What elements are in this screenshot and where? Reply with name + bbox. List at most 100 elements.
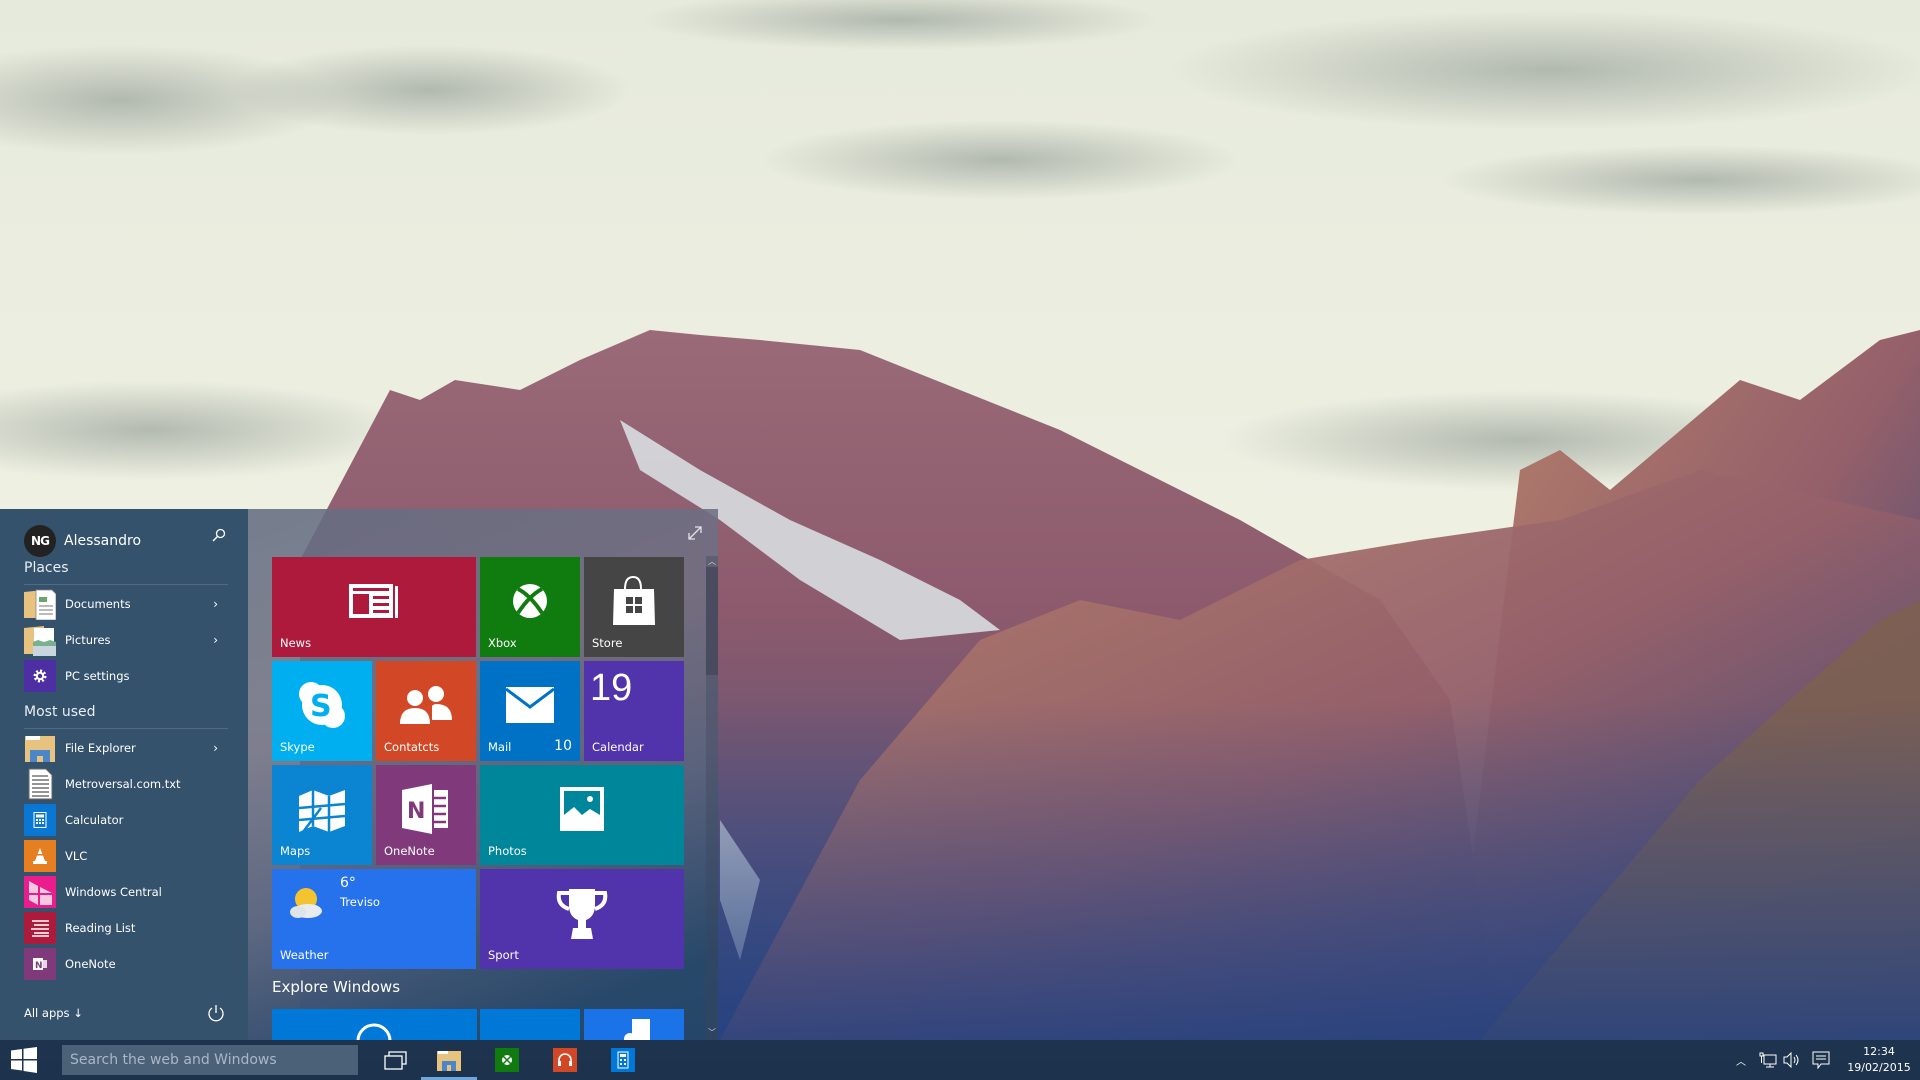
vlc-cone-icon: [24, 840, 56, 872]
tile-label: Photos: [488, 844, 527, 858]
tile-label: Skype: [280, 740, 315, 754]
store-bag-icon: [613, 575, 655, 625]
chevron-right-icon: ›: [213, 597, 218, 611]
photo-icon: [560, 787, 604, 831]
reading-list-icon: [24, 912, 56, 944]
onenote-icon: N: [402, 784, 448, 834]
action-center-button[interactable]: [1808, 1040, 1834, 1080]
tile-xbox[interactable]: Xbox: [480, 557, 580, 657]
taskbar-calculator[interactable]: [599, 1040, 647, 1080]
file-explorer-icon: [437, 1051, 461, 1071]
documents-folder-icon: [24, 588, 56, 620]
pc-settings-label: PC settings: [65, 669, 130, 683]
power-button[interactable]: [206, 1003, 226, 1023]
svg-text:S: S: [310, 689, 332, 724]
most-used-item-onenote[interactable]: N OneNote: [24, 948, 228, 980]
search-button[interactable]: [210, 526, 228, 544]
most-used-item-metroversal[interactable]: Metroversal.com.txt: [24, 768, 228, 800]
tile-news[interactable]: News: [272, 557, 476, 657]
tile-contacts[interactable]: Contatcts: [376, 661, 476, 761]
user-name: Alessandro: [64, 533, 142, 549]
taskbar-search-input[interactable]: Search the web and Windows: [62, 1045, 358, 1075]
tile-label: Contatcts: [384, 740, 440, 754]
tile-onenote[interactable]: N OneNote: [376, 765, 476, 865]
most-used-item-calculator[interactable]: Calculator: [24, 804, 228, 836]
file-explorer-label: File Explorer: [65, 741, 136, 755]
expand-start-button[interactable]: [686, 524, 704, 542]
mail-envelope-icon: [506, 687, 554, 723]
network-button[interactable]: [1756, 1040, 1780, 1080]
tile-calendar[interactable]: 19 Calendar: [584, 661, 684, 761]
chevron-right-icon: ›: [213, 633, 218, 647]
pictures-folder-icon: [24, 624, 56, 656]
places-item-documents[interactable]: Documents ›: [24, 588, 228, 620]
onenote-label: OneNote: [65, 957, 116, 971]
onenote-icon: N: [24, 948, 56, 980]
user-account[interactable]: NG Alessandro: [24, 525, 141, 557]
places-divider: [24, 584, 228, 585]
most-used-item-vlc[interactable]: VLC: [24, 840, 228, 872]
taskbar-file-explorer[interactable]: [425, 1040, 473, 1080]
taskbar-music[interactable]: [541, 1040, 589, 1080]
task-view-button[interactable]: [372, 1040, 420, 1080]
taskbar-clock[interactable]: 12:34 19/02/2015: [1842, 1044, 1916, 1076]
chevron-right-icon: ›: [213, 741, 218, 755]
most-used-item-reading-list[interactable]: Reading List: [24, 912, 228, 944]
svg-text:N: N: [35, 961, 43, 971]
speaker-volume-icon: [1783, 1052, 1799, 1068]
search-icon: [212, 528, 226, 542]
gear-icon: [24, 660, 56, 692]
tile-label: Store: [592, 636, 623, 650]
volume-button[interactable]: [1780, 1040, 1804, 1080]
tile-explore-1[interactable]: [272, 1009, 477, 1040]
tile-label: Xbox: [488, 636, 517, 650]
calculator-icon: [24, 804, 56, 836]
tile-label: OneNote: [384, 844, 435, 858]
all-apps-button[interactable]: All apps ↓: [24, 1006, 83, 1020]
start-button[interactable]: [0, 1040, 48, 1080]
tiles-scrollbar-thumb[interactable]: [706, 567, 718, 675]
places-item-pc-settings[interactable]: PC settings: [24, 660, 228, 692]
tile-store[interactable]: Store: [584, 557, 684, 657]
scroll-down-arrow-icon[interactable]: ﹀: [706, 1028, 718, 1038]
trophy-icon: [556, 889, 608, 939]
tile-label: News: [280, 636, 312, 650]
taskbar: Search the web and Windows ︿ 12:34 19/02…: [0, 1040, 1920, 1080]
skype-icon: S: [299, 682, 345, 728]
xbox-icon: [495, 1048, 519, 1072]
scroll-up-arrow-icon[interactable]: ︿: [706, 557, 718, 567]
calculator-label: Calculator: [65, 813, 124, 827]
power-icon: [208, 1005, 224, 1022]
text-document-icon: [24, 768, 56, 800]
tile-label: Calendar: [592, 740, 644, 754]
show-hidden-icons-button[interactable]: ︿: [1733, 1040, 1749, 1080]
tile-mail[interactable]: Mail 10: [480, 661, 580, 761]
tile-maps[interactable]: Maps: [272, 765, 372, 865]
tile-weather[interactable]: 6° Treviso Weather: [272, 869, 476, 969]
documents-label: Documents: [65, 597, 131, 611]
tile-explore-2[interactable]: [480, 1009, 580, 1040]
windows-central-icon: [24, 876, 56, 908]
tile-explore-3[interactable]: [584, 1009, 684, 1040]
most-used-header: Most used: [24, 704, 96, 720]
map-icon: [298, 790, 346, 832]
expand-arrows-icon: [688, 526, 702, 540]
tile-photos[interactable]: Photos: [480, 765, 684, 865]
taskbar-xbox[interactable]: [483, 1040, 531, 1080]
weather-temperature: 6°: [340, 875, 356, 891]
most-used-item-windows-central[interactable]: Windows Central: [24, 876, 228, 908]
pictures-label: Pictures: [65, 633, 111, 647]
tile-sport[interactable]: Sport: [480, 869, 684, 969]
places-item-pictures[interactable]: Pictures ›: [24, 624, 228, 656]
windows-logo-icon: [11, 1047, 37, 1073]
clock-date: 19/02/2015: [1847, 1061, 1911, 1074]
xbox-icon: [513, 584, 547, 618]
news-icon: [349, 584, 398, 618]
clock-time: 12:34: [1863, 1045, 1895, 1058]
most-used-item-file-explorer[interactable]: File Explorer ›: [24, 732, 228, 764]
partly-sunny-icon: [290, 888, 322, 918]
metroversal-label: Metroversal.com.txt: [65, 777, 181, 791]
tile-label: Weather: [280, 948, 329, 962]
tile-skype[interactable]: S Skype: [272, 661, 372, 761]
network-icon: [1759, 1052, 1777, 1068]
